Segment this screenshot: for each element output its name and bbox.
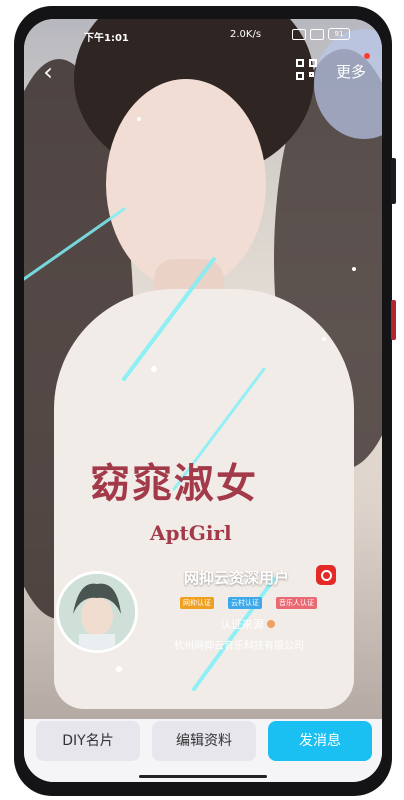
status-time: 下午1:01 xyxy=(84,33,129,44)
auth-source-label: 认证来源 xyxy=(220,618,264,631)
badge-row: 网抑认证 云村认证 音乐人认证 xyxy=(180,597,317,609)
profile-name: 网抑云资深用户 xyxy=(184,569,290,587)
shirt-print-cn: 窈窕淑女 xyxy=(90,460,258,507)
diy-card-button[interactable]: DIY名片 xyxy=(36,721,140,761)
home-indicator[interactable] xyxy=(139,775,267,778)
badge-yuncun[interactable]: 云村认证 xyxy=(228,597,262,609)
network-speed: 2.0K/s xyxy=(230,29,262,40)
avatar[interactable] xyxy=(56,571,138,653)
status-bar: 下午1:01 2.0K/s 91 xyxy=(24,19,382,51)
volume-button xyxy=(391,158,396,204)
hd-icon xyxy=(292,28,306,40)
signal-icon xyxy=(310,28,324,40)
action-bar: DIY名片 编辑资料 发消息 xyxy=(24,719,382,782)
send-message-button[interactable]: 发消息 xyxy=(268,721,372,761)
screen: 窈窕淑女 AptGirl 下午1:01 2.0K/s 91 ‹ 更多 网抑云资深… xyxy=(24,19,382,782)
edit-profile-button[interactable]: 编辑资料 xyxy=(152,721,256,761)
badge-wangyi[interactable]: 网抑认证 xyxy=(180,597,214,609)
netease-music-icon xyxy=(316,565,336,585)
power-button xyxy=(391,300,396,340)
shirt-print-en: AptGirl xyxy=(150,521,232,545)
badge-musician[interactable]: 音乐人认证 xyxy=(276,597,317,609)
back-button[interactable]: ‹ xyxy=(34,59,62,87)
more-button[interactable]: 更多 xyxy=(336,61,366,82)
notification-dot xyxy=(364,53,370,59)
avatar-image xyxy=(59,574,135,650)
auth-info-icon xyxy=(267,620,275,628)
battery-icon: 91 xyxy=(328,28,350,40)
qr-code-button[interactable] xyxy=(296,59,318,81)
auth-source[interactable]: 认证来源 xyxy=(220,616,275,632)
chevron-left-icon: ‹ xyxy=(43,58,53,86)
company-name: 杭州网抑云音乐科技有限公司 xyxy=(174,641,304,652)
qr-code-icon xyxy=(296,59,304,67)
